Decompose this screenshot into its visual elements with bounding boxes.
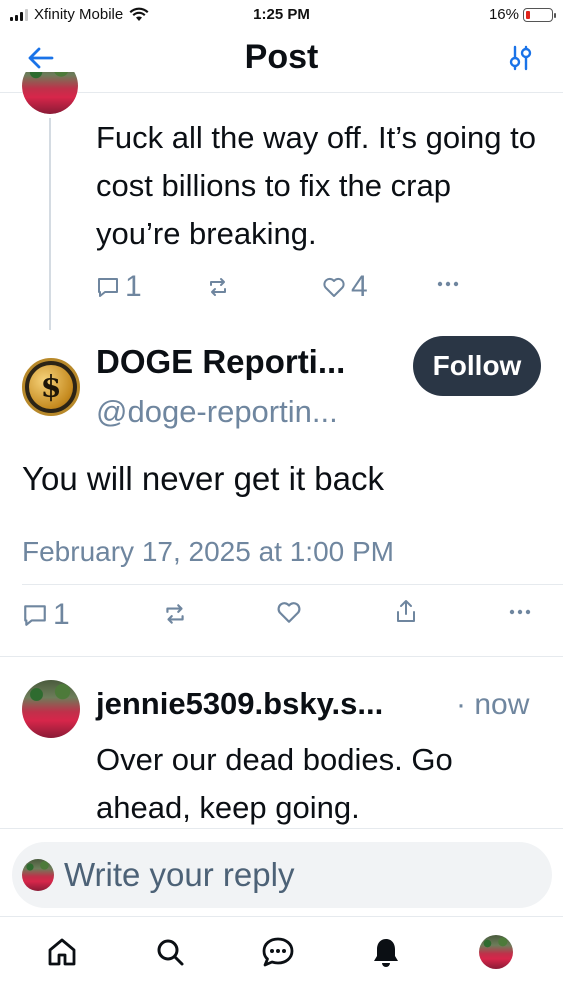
page-title: Post [244,38,319,76]
parent-like-button[interactable]: 4 [322,270,368,304]
composer-avatar [22,859,54,891]
tab-home[interactable] [42,932,82,972]
main-post-avatar[interactable]: $ [22,358,80,416]
status-bar: Xfinity Mobile 1:25 PM 16% [0,0,563,32]
tab-search[interactable] [150,932,190,972]
main-reply-count: 1 [53,598,70,631]
parent-more-button[interactable] [436,280,460,288]
reply-input[interactable] [64,852,524,898]
parent-reply-button[interactable]: 1 [96,270,142,304]
parent-reply-count: 1 [125,270,142,303]
bell-icon [374,939,398,967]
reply-post-avatar[interactable] [22,680,80,738]
reply-post-text: Over our dead bodies. Go ahead, keep goi… [96,742,453,825]
follow-button[interactable]: Follow [413,336,541,396]
main-post-actions: 1 [22,596,542,632]
main-more-button[interactable] [508,608,532,616]
divider [0,656,563,657]
main-like-button[interactable] [276,600,302,624]
repost-icon [210,278,226,296]
parent-post-text: Fuck all the way off. It’s going to cost… [96,120,536,251]
main-share-button[interactable] [394,598,418,624]
home-icon [48,938,76,966]
composer-divider [0,828,563,829]
reply-post-display-name[interactable]: jennie5309.bsky.s... [96,686,383,722]
battery-percentage: 16% [488,6,519,23]
tab-notifications[interactable] [366,932,406,972]
chat-bubble-icon [262,937,294,967]
tab-profile[interactable] [476,932,516,972]
reply-icon [24,605,46,626]
header: Post [0,32,563,84]
repost-icon [166,604,184,624]
thread-connector-line [49,118,51,330]
more-options-icon [437,281,459,287]
heart-icon [277,602,301,623]
profile-avatar [479,935,513,969]
parent-post-actions: 1 4 [96,270,476,306]
tab-chat[interactable] [258,932,298,972]
parent-repost-button[interactable] [206,276,230,298]
dollar-sign-icon: $ [29,365,73,409]
header-divider [0,92,563,93]
reply-post-time: · now [456,688,530,721]
divider [22,584,563,585]
battery-icon [523,7,556,22]
main-post-display-name[interactable]: DOGE Reporti... [96,343,345,381]
clock: 1:25 PM [253,6,310,23]
sort-settings-icon[interactable] [507,44,533,72]
tabbar-divider [0,916,563,917]
main-post-timestamp: February 17, 2025 at 1:00 PM [22,536,394,567]
search-icon [157,939,184,966]
parent-post-avatar[interactable] [22,72,78,114]
main-repost-button[interactable] [162,602,188,626]
reply-composer[interactable] [12,842,552,908]
main-post-handle[interactable]: @doge-reportin... [96,394,338,430]
main-reply-button[interactable]: 1 [22,598,70,632]
share-icon [397,600,415,622]
parent-like-count: 4 [351,270,368,303]
reply-icon [98,278,118,297]
main-post-text: You will never get it back [22,460,384,497]
more-options-icon [509,609,531,615]
heart-icon [323,277,345,297]
